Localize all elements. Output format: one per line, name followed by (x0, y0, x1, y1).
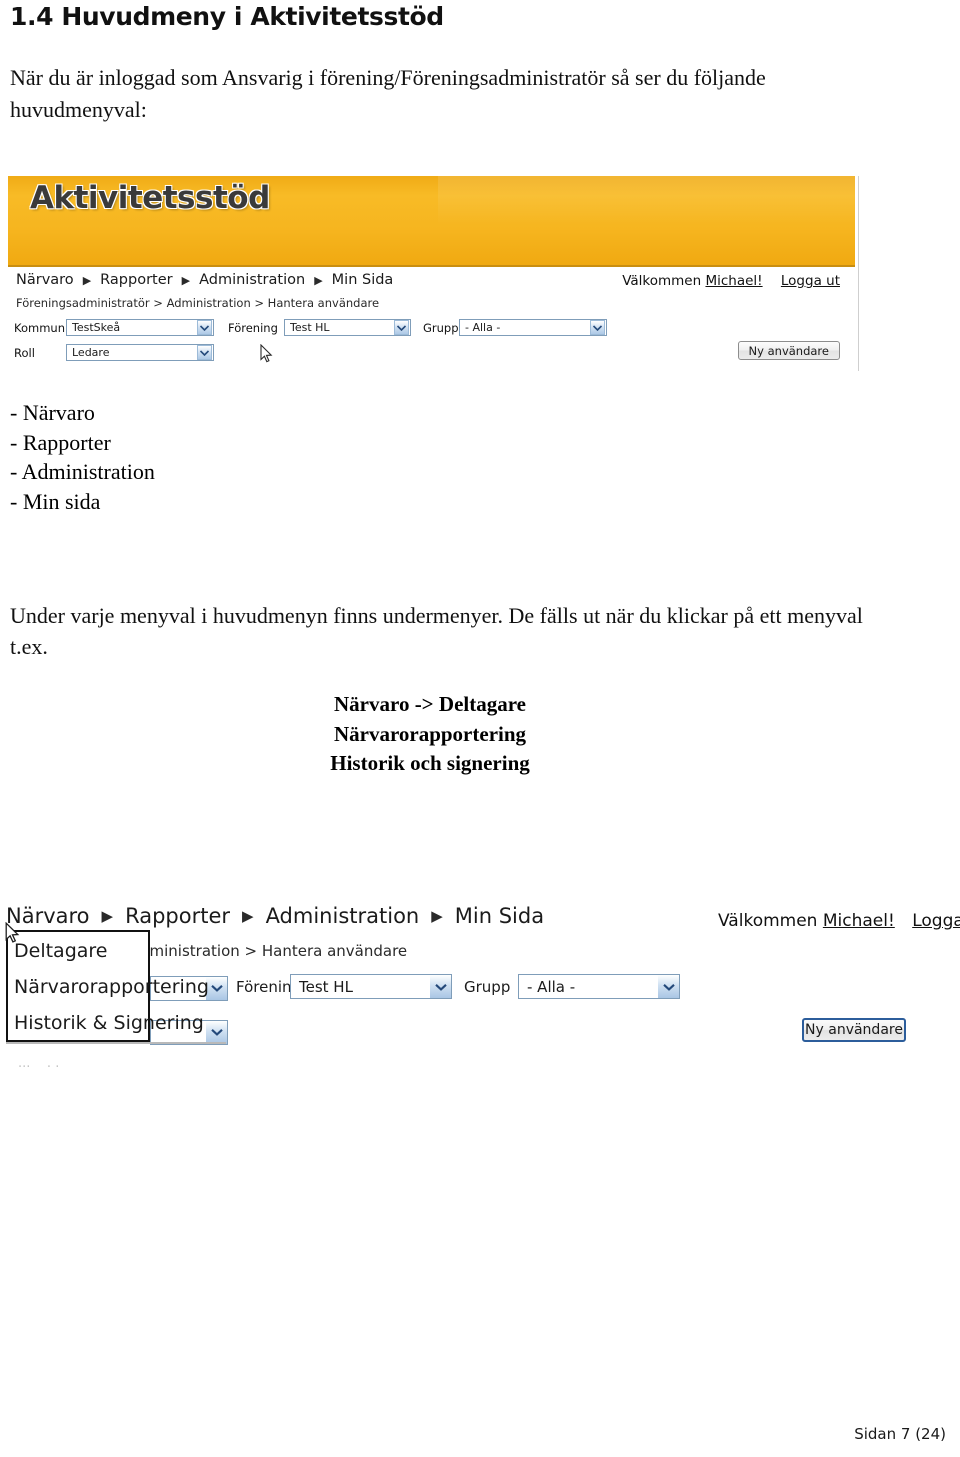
main-menu-bullet-list: - Närvaro - Rapporter - Administration -… (10, 398, 155, 516)
chevron-down-icon (590, 320, 605, 335)
filter-label-grupp: Grupp (464, 978, 511, 996)
cut-off-row-text: ··· · · (18, 1060, 60, 1072)
new-user-button[interactable]: Ny användare (802, 1018, 906, 1042)
main-nav: Närvaro ▶ Rapporter ▶ Administration ▶ M… (14, 272, 395, 288)
forening-select-value: Test HL (290, 321, 330, 334)
breadcrumb: dministration > Hantera användare (140, 942, 408, 960)
footer-page-number: Sidan 7 (24) (854, 1425, 946, 1443)
logout-link[interactable]: Logga ut (912, 911, 960, 931)
mouse-pointer-icon (260, 343, 273, 368)
document-page: 1.4 Huvudmeny i Aktivitetsstöd När du är… (0, 0, 960, 1457)
list-item: - Närvaro (10, 400, 95, 425)
app-screenshot-submenu-expanded: Närvaro ▶ Rapporter ▶ Administration ▶ M… (0, 900, 960, 1072)
chevron-down-icon (658, 975, 679, 998)
filter-label-roll: Roll (14, 345, 35, 360)
grupp-select-value: - Alla - (527, 977, 576, 996)
username-link[interactable]: Michael! (705, 273, 762, 289)
list-item: - Rapporter (10, 429, 111, 455)
grupp-select[interactable]: - Alla - (518, 974, 680, 999)
app-brand-banner: Aktivitetsstöd Aktivitetsstöd (8, 176, 855, 267)
forening-field[interactable]: Test HL (290, 974, 452, 999)
triangle-right-icon: ▶ (101, 907, 114, 925)
chevron-down-icon (206, 976, 227, 1000)
welcome-label: Välkommen (718, 911, 818, 931)
grupp-select-value: - Alla - (465, 321, 501, 334)
app-screenshot-main-menu: Aktivitetsstöd Aktivitetsstöd Närvaro ▶ … (8, 176, 859, 371)
chevron-down-icon (394, 320, 409, 335)
new-user-button[interactable]: Ny användare (737, 341, 840, 360)
breadcrumb: Föreningsadministratör > Administration … (16, 296, 380, 310)
grupp-select[interactable]: - Alla - (459, 319, 607, 336)
intro-paragraph: När du är inloggad som Ansvarig i föreni… (10, 65, 766, 122)
nav-item-administration[interactable]: Administration (264, 904, 422, 928)
chevron-down-icon (206, 1020, 227, 1044)
filter-label-kommun: Kommun (14, 320, 65, 335)
nav-item-narvaro[interactable]: Närvaro (4, 904, 92, 928)
forening-select[interactable]: Test HL (284, 319, 411, 336)
triangle-right-icon: ▶ (242, 907, 254, 925)
kommun-select-value: TestSkeå (72, 321, 121, 334)
roll-select-value: Ledare (72, 346, 110, 359)
chevron-down-icon (197, 320, 212, 335)
nav-item-min-sida[interactable]: Min Sida (330, 272, 396, 288)
example-line-2: Närvarorapportering (333, 721, 527, 746)
narvaro-dropdown-menu[interactable]: Deltagare Närvarorapportering Historik &… (6, 930, 209, 1042)
list-item: - Administration (10, 459, 155, 484)
filter-label-forening: Förening (228, 320, 278, 335)
menu-item-deltagare[interactable]: Deltagare (14, 940, 107, 962)
filter-label-grupp: Grupp (423, 320, 459, 335)
nav-item-narvaro[interactable]: Närvaro (14, 272, 76, 288)
grupp-field[interactable]: - Alla - (518, 974, 680, 999)
forening-select[interactable]: Test HL (290, 974, 452, 999)
triangle-right-icon: ▶ (181, 273, 191, 287)
app-logo-reflection: Aktivitetsstöd (8, 220, 428, 260)
example-line-3: Historik och signering (330, 751, 530, 775)
user-welcome-bar: Välkommen Michael! Logga ut (622, 273, 840, 289)
banner-sheen (438, 176, 855, 265)
nav-item-min-sida[interactable]: Min Sida (453, 904, 546, 928)
form-divider (6, 1042, 226, 1044)
nav-item-administration[interactable]: Administration (197, 272, 307, 288)
triangle-right-icon: ▶ (431, 907, 443, 925)
welcome-label: Välkommen (622, 273, 702, 289)
nav-item-rapporter[interactable]: Rapporter (123, 904, 232, 928)
page-title: 1.4 Huvudmeny i Aktivitetsstöd (10, 2, 444, 31)
filter-row-primary: Kommun TestSkeå Förening Test HL Grupp -… (14, 319, 607, 336)
forening-select-value: Test HL (299, 977, 353, 996)
menu-item-historik-signering[interactable]: Historik & Signering (14, 1012, 204, 1034)
chevron-down-icon (430, 975, 451, 998)
example-line-1: Närvaro -> Deltagare (334, 692, 526, 716)
logout-link[interactable]: Logga ut (781, 273, 840, 289)
submenu-paragraph: Under varje menyval i huvudmenyn finns u… (10, 603, 863, 659)
menu-item-narvarorapportering[interactable]: Närvarorapportering (14, 976, 209, 998)
user-welcome-bar: Välkommen Michael! Logga ut (718, 911, 960, 931)
app-logo: Aktivitetsstöd (30, 180, 270, 216)
username-link[interactable]: Michael! (823, 911, 895, 931)
triangle-right-icon: ▶ (314, 273, 323, 287)
roll-select[interactable]: Ledare (66, 344, 214, 361)
triangle-right-icon: ▶ (82, 273, 92, 287)
list-item: - Min sida (10, 488, 101, 514)
filter-row-secondary: Roll Ledare (14, 344, 214, 361)
chevron-down-icon (197, 345, 212, 360)
main-nav-expanded: Närvaro ▶ Rapporter ▶ Administration ▶ M… (4, 904, 546, 928)
submenu-example-block: Närvaro -> Deltagare Närvarorapportering… (0, 690, 860, 779)
nav-item-rapporter[interactable]: Rapporter (98, 272, 174, 288)
kommun-select[interactable]: TestSkeå (66, 319, 214, 336)
